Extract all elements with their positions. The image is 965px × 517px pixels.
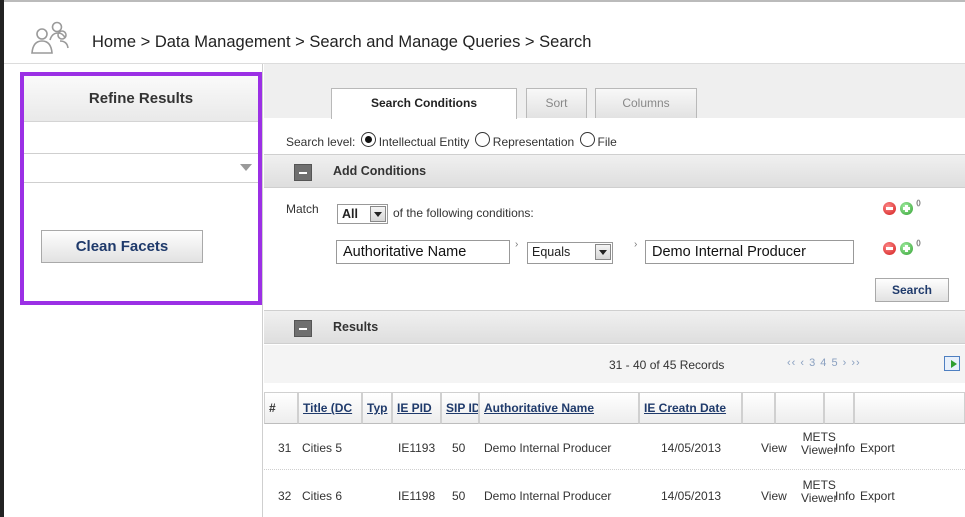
results-section-bar[interactable]: Results bbox=[264, 310, 965, 344]
cell-ie-pid: IE1193 bbox=[398, 441, 436, 455]
main-content: Search Conditions Sort Columns Search le… bbox=[264, 64, 965, 517]
operator-select[interactable]: Equals bbox=[527, 242, 613, 264]
info-link[interactable]: Info bbox=[835, 441, 855, 455]
results-label: Results bbox=[333, 320, 379, 334]
panel-divider bbox=[262, 64, 263, 517]
column-header-type[interactable]: Typ bbox=[362, 392, 392, 424]
mets-viewer-link[interactable]: METS Viewer bbox=[801, 431, 837, 457]
radio-file[interactable] bbox=[579, 132, 595, 147]
search-button[interactable]: Search bbox=[875, 278, 949, 302]
users-group-icon bbox=[31, 21, 69, 54]
column-header-empty bbox=[824, 392, 854, 424]
table-row[interactable]: 31 Cities 5 IE1193 50 Demo Internal Prod… bbox=[264, 426, 965, 470]
results-table-header: # Title (DC Typ IE PID SIP ID Authoritat… bbox=[264, 392, 965, 424]
group-parentheses-icon[interactable]: ⁽⁾ bbox=[916, 238, 921, 252]
refine-results-header: Refine Results bbox=[24, 76, 258, 122]
condition-row-actions: ⁽⁾ bbox=[883, 238, 943, 258]
chevron-right-icon: › bbox=[634, 239, 638, 250]
view-link[interactable]: View bbox=[761, 441, 787, 455]
cell-title: Cities 6 bbox=[302, 489, 343, 503]
records-count: 31 - 40 of 45 Records bbox=[609, 358, 725, 372]
condition-value-input[interactable]: Demo Internal Producer bbox=[645, 240, 854, 264]
operator-select-value: Equals bbox=[532, 245, 571, 259]
chevron-down-icon[interactable] bbox=[370, 206, 386, 222]
search-level-row: Search level: Intellectual Entity Repres… bbox=[286, 132, 617, 149]
export-link[interactable]: Export bbox=[860, 489, 895, 503]
mets-label: METS bbox=[802, 478, 836, 492]
view-link[interactable]: View bbox=[761, 489, 787, 503]
collapse-icon[interactable] bbox=[294, 164, 312, 181]
cell-sip-id: 50 bbox=[452, 489, 466, 503]
cell-number: 32 bbox=[278, 489, 292, 503]
radio-representation[interactable] bbox=[474, 132, 490, 147]
add-icon[interactable] bbox=[900, 202, 913, 215]
radio-label-file: File bbox=[597, 135, 617, 149]
radio-label-intellectual-entity: Intellectual Entity bbox=[378, 135, 470, 149]
column-header-ie-creation-date[interactable]: IE Creatn Date bbox=[639, 392, 742, 424]
cell-number: 31 bbox=[278, 441, 292, 455]
match-select-value: All bbox=[342, 207, 358, 221]
column-header-title[interactable]: Title (DC bbox=[298, 392, 362, 424]
cell-title: Cities 5 bbox=[302, 441, 343, 455]
condition-group-actions: ⁽⁾ bbox=[883, 198, 943, 218]
search-level-label: Search level: bbox=[286, 135, 356, 149]
export-icon[interactable] bbox=[944, 356, 960, 371]
tab-sort[interactable]: Sort bbox=[526, 88, 587, 118]
pagination[interactable]: ‹‹ ‹ 3 4 5 › ›› bbox=[787, 357, 861, 369]
mets-label: METS bbox=[802, 430, 836, 444]
cell-creation-date: 14/05/2013 bbox=[661, 441, 722, 455]
remove-icon[interactable] bbox=[883, 202, 896, 215]
radio-label-representation: Representation bbox=[492, 135, 575, 149]
column-header-sip-id[interactable]: SIP ID bbox=[441, 392, 479, 424]
cell-ie-pid: IE1198 bbox=[398, 489, 436, 503]
breadcrumb[interactable]: Home > Data Management > Search and Mana… bbox=[92, 33, 591, 52]
cell-sip-id: 50 bbox=[452, 441, 466, 455]
tab-search-conditions[interactable]: Search Conditions bbox=[331, 88, 517, 119]
records-toolbar: 31 - 40 of 45 Records ‹‹ ‹ 3 4 5 › ›› bbox=[264, 345, 965, 383]
cell-authoritative-name: Demo Internal Producer bbox=[484, 489, 612, 503]
clean-facets-button[interactable]: Clean Facets bbox=[41, 230, 203, 263]
group-parentheses-icon[interactable]: ⁽⁾ bbox=[916, 198, 921, 212]
radio-intellectual-entity[interactable] bbox=[360, 132, 376, 147]
viewer-label: Viewer bbox=[801, 491, 838, 505]
column-header-ie-pid[interactable]: IE PID bbox=[392, 392, 441, 424]
refine-results-title: Refine Results bbox=[88, 90, 194, 107]
column-header-number: # bbox=[264, 392, 298, 424]
table-row[interactable]: 32 Cities 6 IE1198 50 Demo Internal Prod… bbox=[264, 474, 965, 517]
column-header-empty bbox=[775, 392, 824, 424]
left-panel: Refine Results Clean Facets bbox=[4, 64, 262, 517]
chevron-down-icon[interactable] bbox=[595, 244, 611, 260]
mets-viewer-link[interactable]: METS Viewer bbox=[801, 479, 837, 505]
column-header-empty bbox=[854, 392, 965, 424]
cell-creation-date: 14/05/2013 bbox=[661, 489, 722, 503]
tab-columns[interactable]: Columns bbox=[595, 88, 697, 118]
condition-field-input[interactable]: Authoritative Name bbox=[336, 240, 510, 264]
cell-authoritative-name: Demo Internal Producer bbox=[484, 441, 612, 455]
match-label: Match bbox=[286, 202, 319, 216]
match-suffix-text: of the following conditions: bbox=[393, 206, 534, 220]
chevron-down-icon[interactable] bbox=[240, 164, 252, 171]
refine-results-panel: Refine Results Clean Facets bbox=[20, 72, 262, 305]
match-select[interactable]: All bbox=[337, 204, 388, 224]
add-icon[interactable] bbox=[900, 242, 913, 255]
viewer-label: Viewer bbox=[801, 443, 838, 457]
export-link[interactable]: Export bbox=[860, 441, 895, 455]
collapse-icon[interactable] bbox=[294, 320, 312, 337]
tabs-bar: Search Conditions Sort Columns bbox=[264, 64, 965, 119]
column-header-authoritative-name[interactable]: Authoritative Name bbox=[479, 392, 639, 424]
column-header-empty bbox=[742, 392, 775, 424]
chevron-right-icon: › bbox=[515, 239, 519, 250]
info-link[interactable]: Info bbox=[835, 489, 855, 503]
remove-icon[interactable] bbox=[883, 242, 896, 255]
add-conditions-label: Add Conditions bbox=[333, 164, 427, 178]
add-conditions-section-bar[interactable]: Add Conditions bbox=[264, 154, 965, 188]
facet-dropdown[interactable] bbox=[24, 153, 258, 183]
page-header: Home > Data Management > Search and Mana… bbox=[4, 2, 965, 64]
